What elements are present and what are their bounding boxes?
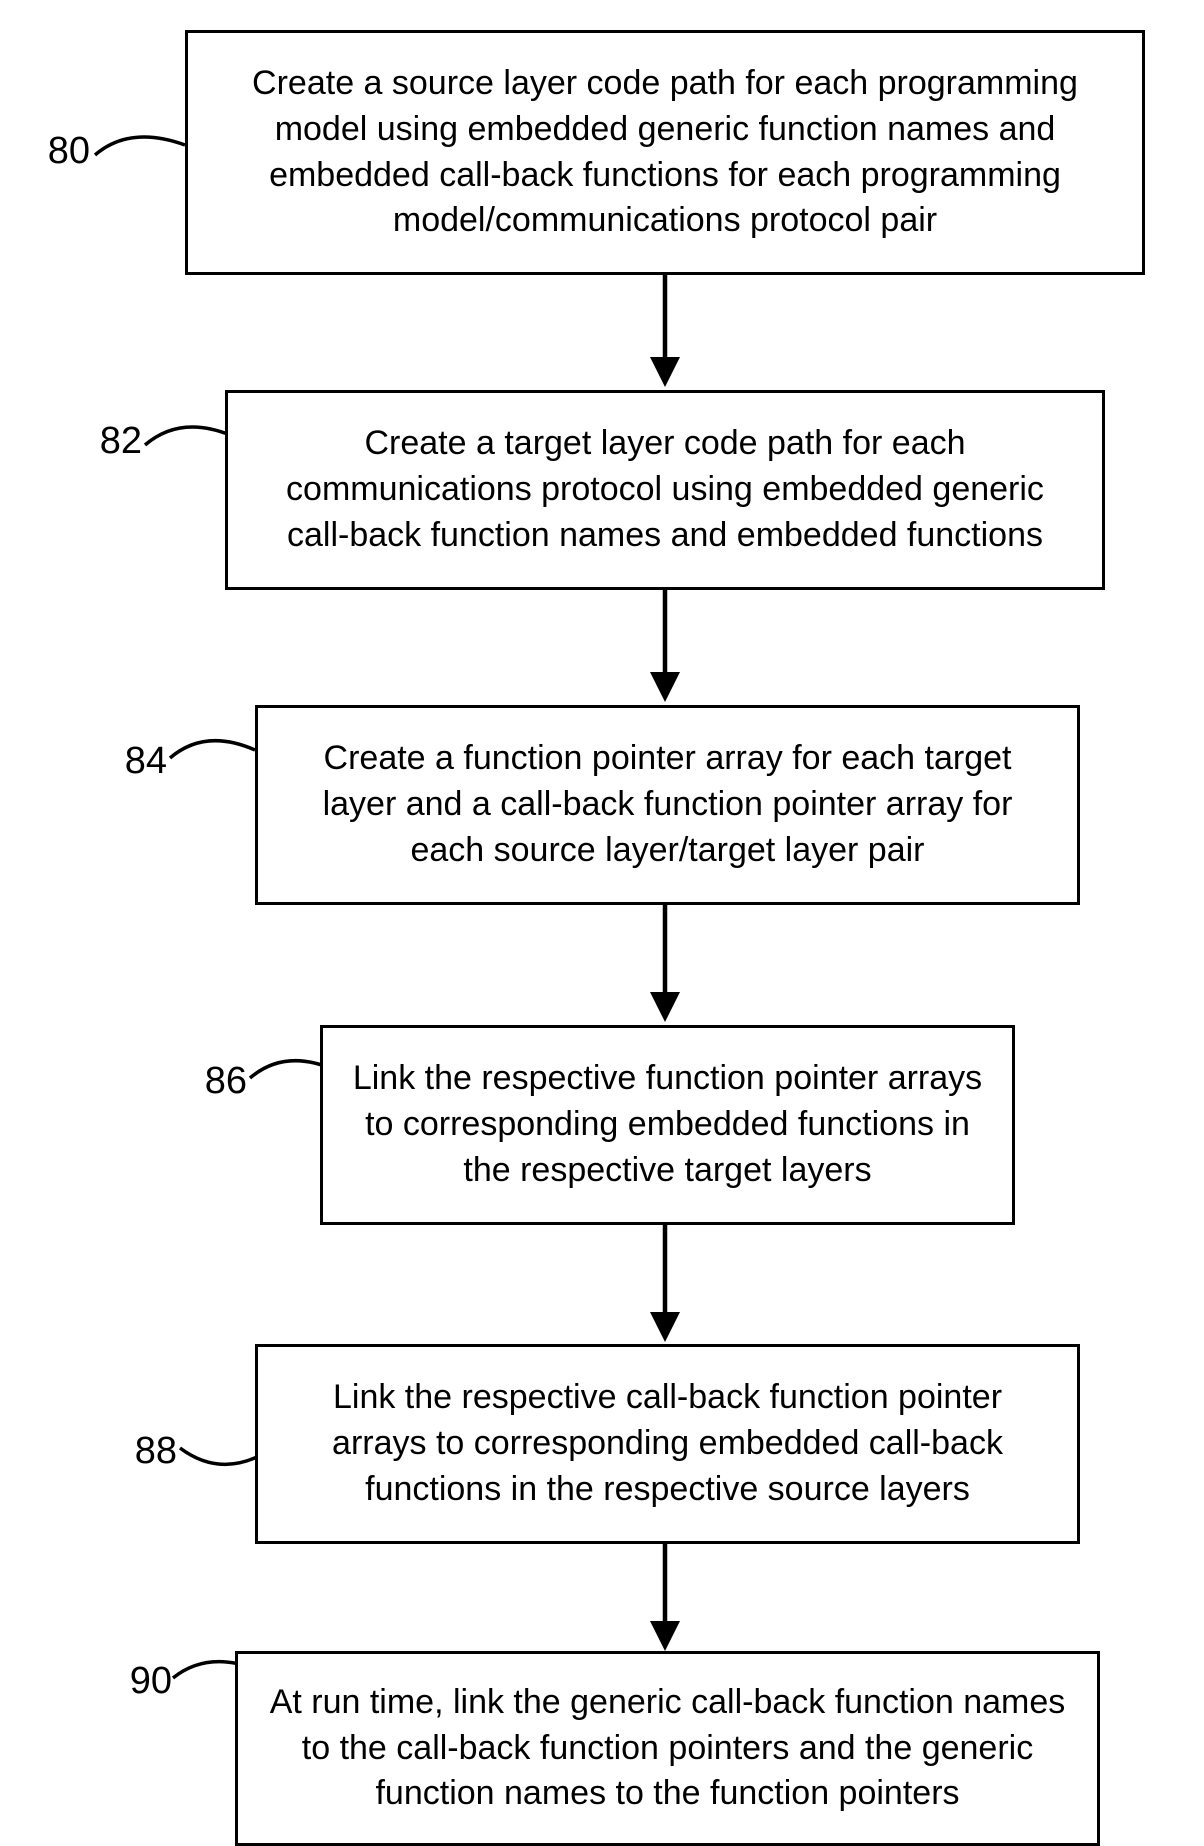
step-label-84: 84 [95, 740, 167, 783]
step-box-80: Create a source layer code path for each… [185, 30, 1145, 275]
leader-line-84 [165, 728, 265, 788]
arrow-84-86 [640, 905, 690, 1025]
step-text-82: Create a target layer code path for each… [254, 421, 1076, 559]
step-text-80: Create a source layer code path for each… [214, 61, 1116, 245]
step-box-90: At run time, link the generic call-back … [235, 1651, 1100, 1846]
flowchart-canvas: 80 Create a source layer code path for e… [0, 0, 1204, 1843]
arrow-80-82 [640, 275, 690, 390]
leader-line-80 [90, 120, 190, 180]
step-text-84: Create a function pointer array for each… [284, 736, 1051, 874]
step-box-82: Create a target layer code path for each… [225, 390, 1105, 590]
step-label-90: 90 [100, 1660, 172, 1703]
step-box-88: Link the respective call-back function p… [255, 1344, 1080, 1544]
step-label-82: 82 [70, 420, 142, 463]
step-box-84: Create a function pointer array for each… [255, 705, 1080, 905]
step-box-86: Link the respective function pointer arr… [320, 1025, 1015, 1225]
arrow-88-90 [640, 1544, 690, 1654]
arrow-82-84 [640, 590, 690, 705]
step-text-86: Link the respective function pointer arr… [349, 1056, 986, 1194]
step-text-90: At run time, link the generic call-back … [264, 1680, 1071, 1818]
step-text-88: Link the respective call-back function p… [284, 1375, 1051, 1513]
arrow-86-88 [640, 1225, 690, 1345]
step-label-86: 86 [175, 1060, 247, 1103]
step-label-88: 88 [105, 1430, 177, 1473]
step-label-80: 80 [18, 130, 90, 173]
